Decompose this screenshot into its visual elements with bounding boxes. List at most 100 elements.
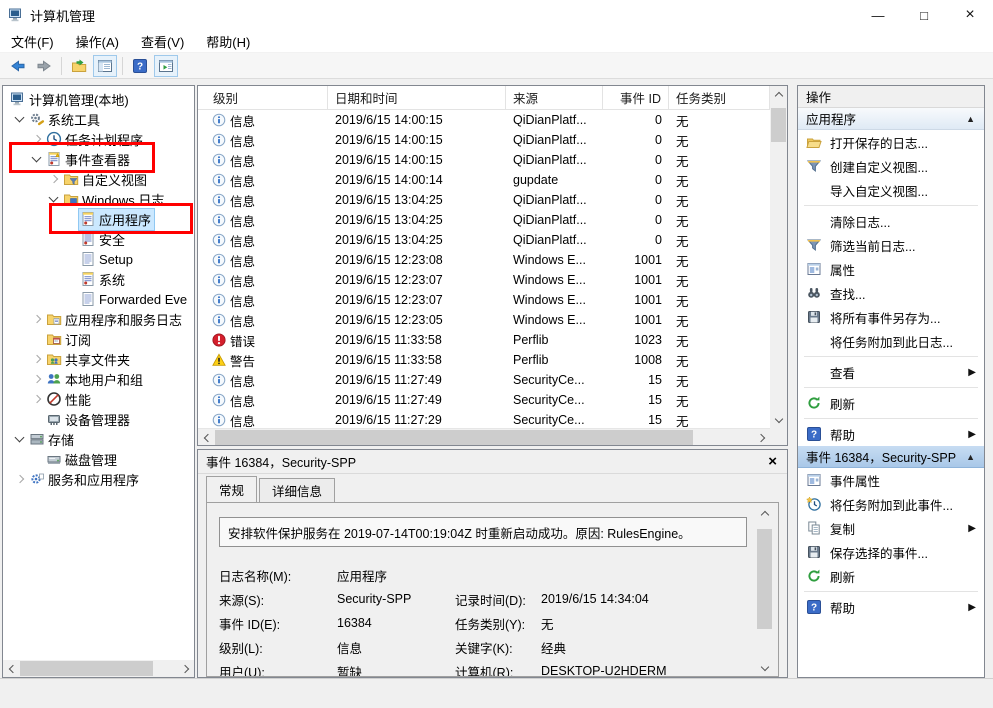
- scroll-thumb[interactable]: [215, 430, 693, 445]
- show-action-pane-button[interactable]: [154, 55, 178, 77]
- forward-button[interactable]: [32, 55, 56, 77]
- chevron-right-icon[interactable]: [32, 355, 40, 363]
- scroll-down-arrow[interactable]: [756, 659, 773, 676]
- action-item[interactable]: 将任务附加到此日志...: [798, 329, 984, 353]
- action-item[interactable]: 筛选当前日志...: [798, 233, 984, 257]
- minimize-button[interactable]: —: [855, 0, 901, 30]
- action-item[interactable]: ?帮助▶: [798, 595, 984, 619]
- tree-item[interactable]: 安全: [3, 229, 194, 249]
- list-h-scrollbar[interactable]: [198, 428, 770, 445]
- column-header[interactable]: 日期和时间: [328, 86, 506, 109]
- chevron-right-icon[interactable]: [32, 135, 40, 143]
- action-item[interactable]: 事件属性: [798, 468, 984, 492]
- event-row[interactable]: 错误2019/6/15 11:33:58Perflib1023无: [198, 330, 770, 350]
- close-button[interactable]: ×: [947, 0, 993, 30]
- tree-item[interactable]: 设备管理器: [3, 409, 194, 429]
- back-button[interactable]: [6, 55, 30, 77]
- detail-close-button[interactable]: ×: [768, 453, 777, 470]
- scroll-up-arrow[interactable]: [770, 86, 787, 103]
- scroll-down-arrow[interactable]: [770, 411, 787, 428]
- tree-item[interactable]: Windows 日志: [3, 189, 194, 209]
- list-v-scrollbar[interactable]: [770, 86, 787, 428]
- scroll-thumb[interactable]: [771, 108, 786, 142]
- tree-item[interactable]: 任务计划程序: [3, 129, 194, 149]
- tree-item[interactable]: 计算机管理(本地): [3, 89, 194, 109]
- chevron-right-icon[interactable]: [49, 175, 57, 183]
- event-row[interactable]: 信息2019/6/15 11:27:49SecurityCe...15无: [198, 370, 770, 390]
- scroll-up-arrow[interactable]: [756, 505, 773, 522]
- collapse-icon[interactable]: ▲: [966, 452, 975, 462]
- tree-item[interactable]: 共享文件夹: [3, 349, 194, 369]
- column-header[interactable]: 事件 ID: [603, 86, 669, 109]
- chevron-right-icon[interactable]: [32, 395, 40, 403]
- chevron-down-icon[interactable]: [49, 193, 59, 203]
- tree-item[interactable]: 自定义视图: [3, 169, 194, 189]
- tree-item[interactable]: 服务和应用程序: [3, 469, 194, 489]
- menu-item-2[interactable]: 查看(V): [130, 30, 195, 53]
- chevron-right-icon[interactable]: [32, 315, 40, 323]
- collapse-icon[interactable]: ▲: [966, 114, 975, 124]
- detail-v-scrollbar[interactable]: [756, 505, 773, 676]
- action-item[interactable]: 将所有事件另存为...: [798, 305, 984, 329]
- action-item[interactable]: 查看▶: [798, 360, 984, 384]
- column-header[interactable]: 来源: [506, 86, 603, 109]
- tree-item[interactable]: 订阅: [3, 329, 194, 349]
- tree-item[interactable]: 存储: [3, 429, 194, 449]
- scroll-left-arrow[interactable]: [3, 660, 20, 677]
- event-row[interactable]: 信息2019/6/15 13:04:25QiDianPlatf...0无: [198, 190, 770, 210]
- chevron-down-icon[interactable]: [32, 153, 42, 163]
- tree-item[interactable]: 事件查看器: [3, 149, 194, 169]
- action-item[interactable]: 复制▶: [798, 516, 984, 540]
- action-item[interactable]: 刷新: [798, 391, 984, 415]
- tree-item[interactable]: 性能: [3, 389, 194, 409]
- event-row[interactable]: 信息2019/6/15 12:23:07Windows E...1001无: [198, 270, 770, 290]
- menu-item-0[interactable]: 文件(F): [0, 30, 65, 53]
- action-item[interactable]: 导入自定义视图...: [798, 178, 984, 202]
- chevron-right-icon[interactable]: [15, 475, 23, 483]
- action-item[interactable]: 清除日志...: [798, 209, 984, 233]
- event-row[interactable]: 信息2019/6/15 11:27:29SecurityCe...15无: [198, 410, 770, 428]
- tree-item[interactable]: 应用程序和服务日志: [3, 309, 194, 329]
- event-row[interactable]: 信息2019/6/15 14:00:15QiDianPlatf...0无: [198, 110, 770, 130]
- tree-item[interactable]: 系统工具: [3, 109, 194, 129]
- menu-item-1[interactable]: 操作(A): [65, 30, 130, 53]
- action-item[interactable]: 将任务附加到此事件...: [798, 492, 984, 516]
- scroll-right-arrow[interactable]: [177, 660, 194, 677]
- event-row[interactable]: 警告2019/6/15 11:33:58Perflib1008无: [198, 350, 770, 370]
- chevron-right-icon[interactable]: [32, 375, 40, 383]
- action-item[interactable]: 刷新: [798, 564, 984, 588]
- menu-item-3[interactable]: 帮助(H): [195, 30, 261, 53]
- event-row[interactable]: 信息2019/6/15 11:27:49SecurityCe...15无: [198, 390, 770, 410]
- action-item[interactable]: ?帮助▶: [798, 422, 984, 446]
- chevron-down-icon[interactable]: [15, 433, 25, 443]
- action-item[interactable]: 属性: [798, 257, 984, 281]
- action-item[interactable]: 打开保存的日志...: [798, 130, 984, 154]
- scroll-left-arrow[interactable]: [198, 429, 215, 446]
- tab-details[interactable]: 详细信息: [259, 478, 335, 502]
- event-row[interactable]: 信息2019/6/15 13:04:25QiDianPlatf...0无: [198, 230, 770, 250]
- scroll-thumb[interactable]: [757, 529, 772, 629]
- event-row[interactable]: 信息2019/6/15 12:23:05Windows E...1001无: [198, 310, 770, 330]
- tree-item[interactable]: 应用程序: [3, 209, 194, 229]
- scroll-thumb[interactable]: [20, 661, 153, 676]
- tree-h-scrollbar[interactable]: [3, 660, 194, 677]
- action-section-header[interactable]: 事件 16384，Security-SPP▲: [798, 446, 984, 468]
- event-row[interactable]: 信息2019/6/15 12:23:08Windows E...1001无: [198, 250, 770, 270]
- column-header[interactable]: 任务类别: [669, 86, 770, 109]
- tree-item[interactable]: Forwarded Eve: [3, 289, 194, 309]
- event-row[interactable]: 信息2019/6/15 13:04:25QiDianPlatf...0无: [198, 210, 770, 230]
- event-row[interactable]: 信息2019/6/15 12:23:07Windows E...1001无: [198, 290, 770, 310]
- tree-item[interactable]: 磁盘管理: [3, 449, 194, 469]
- action-item[interactable]: 保存选择的事件...: [798, 540, 984, 564]
- tree-item[interactable]: 系统: [3, 269, 194, 289]
- event-row[interactable]: 信息2019/6/15 14:00:14gupdate0无: [198, 170, 770, 190]
- tree-item[interactable]: Setup: [3, 249, 194, 269]
- tree-item[interactable]: 本地用户和组: [3, 369, 194, 389]
- export-list-button[interactable]: [67, 55, 91, 77]
- chevron-down-icon[interactable]: [15, 113, 25, 123]
- event-row[interactable]: 信息2019/6/15 14:00:15QiDianPlatf...0无: [198, 150, 770, 170]
- help-button[interactable]: ?: [128, 55, 152, 77]
- show-console-tree-button[interactable]: [93, 55, 117, 77]
- action-item[interactable]: 查找...: [798, 281, 984, 305]
- maximize-button[interactable]: □: [901, 0, 947, 30]
